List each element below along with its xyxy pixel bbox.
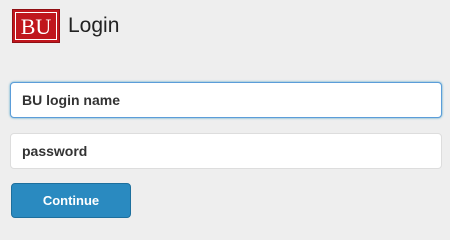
password-input[interactable] — [10, 133, 442, 169]
continue-button[interactable]: Continue — [11, 183, 131, 218]
page-header: BU Login — [12, 9, 119, 43]
page-title: Login — [68, 14, 120, 37]
login-name-input[interactable] — [10, 82, 442, 118]
bu-logo: BU — [12, 9, 60, 43]
